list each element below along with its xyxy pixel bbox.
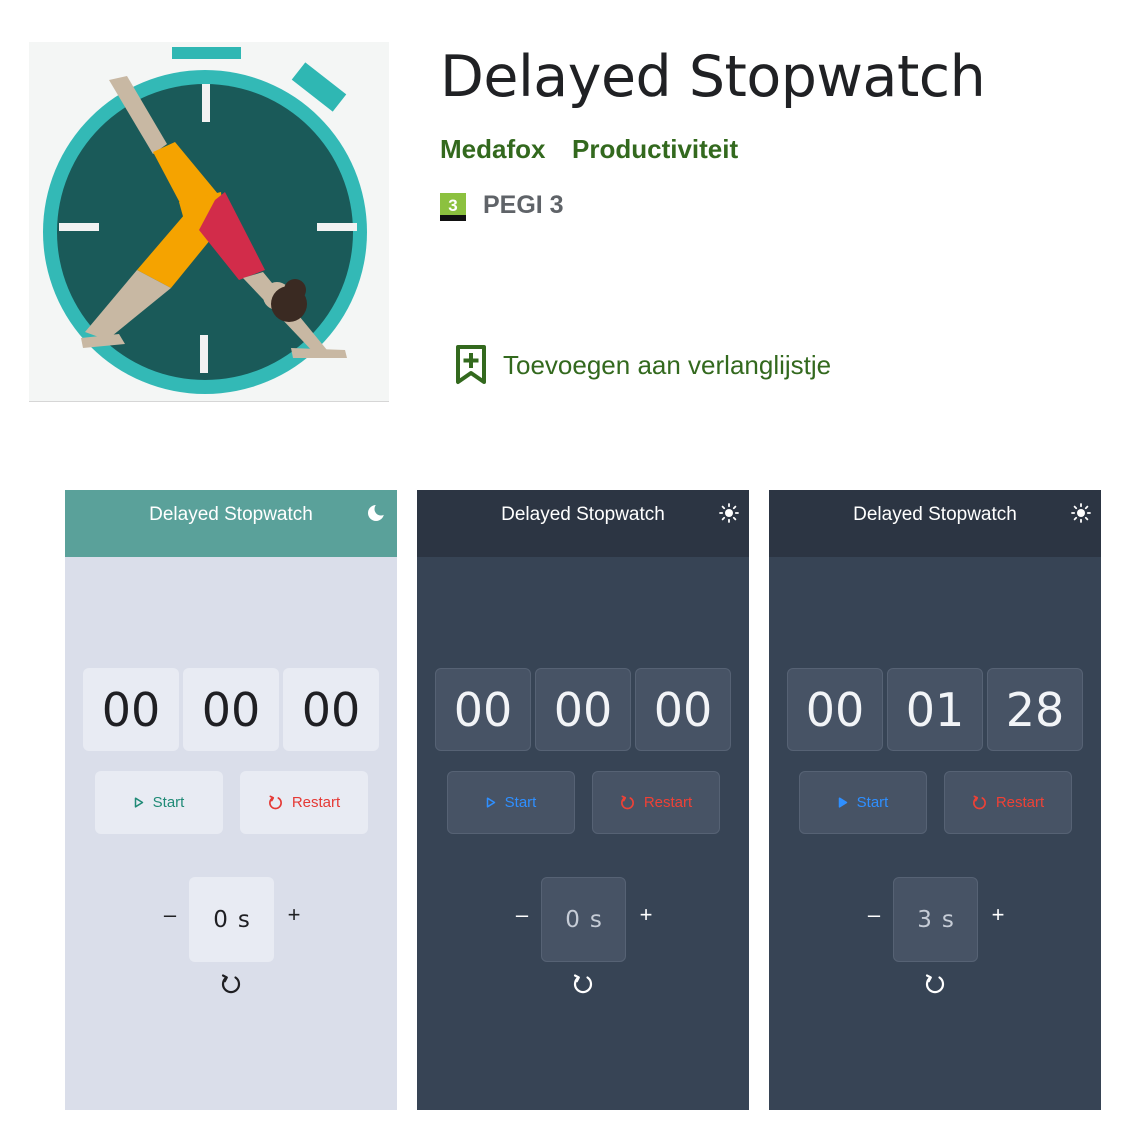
- start-button[interactable]: Start: [447, 771, 575, 834]
- seconds-digit: 00: [635, 668, 731, 751]
- delay-display: 0 s: [541, 877, 626, 962]
- increase-delay-button[interactable]: +: [987, 902, 1009, 928]
- wishlist-label: Toevoegen aan verlanglijstje: [503, 349, 832, 380]
- delay-unit: s: [589, 906, 602, 933]
- restart-button[interactable]: Restart: [592, 771, 720, 834]
- screenshot-dark: Delayed Stopwatch 00 00 00 Start Restart…: [417, 490, 749, 1110]
- minutes-digit: 01: [887, 668, 983, 751]
- decrease-delay-button[interactable]: –: [863, 902, 885, 928]
- sun-icon[interactable]: [1071, 503, 1091, 523]
- pegi-rating-icon: 3: [440, 193, 466, 221]
- app-bar-title: Delayed Stopwatch: [501, 504, 665, 525]
- restart-button[interactable]: Restart: [240, 771, 368, 834]
- reset-icon[interactable]: [219, 972, 243, 996]
- screenshot-dark-running: Delayed Stopwatch 00 01 28 Start Restart…: [769, 490, 1101, 1110]
- start-button[interactable]: Start: [95, 771, 223, 834]
- delay-display: 0 s: [189, 877, 274, 962]
- moon-icon[interactable]: [367, 503, 387, 523]
- hours-digit: 00: [83, 668, 179, 751]
- time-display: 00 00 00: [435, 668, 731, 751]
- pegi-rating-label: PEGI 3: [483, 191, 564, 219]
- svg-text:3: 3: [448, 196, 457, 215]
- sun-icon[interactable]: [719, 503, 739, 523]
- restart-icon: [620, 795, 634, 810]
- hours-digit: 00: [787, 668, 883, 751]
- play-icon: [486, 797, 495, 808]
- app-title: Delayed Stopwatch: [440, 44, 986, 110]
- reset-icon[interactable]: [571, 972, 595, 996]
- restart-icon: [972, 795, 986, 810]
- add-to-wishlist-button[interactable]: Toevoegen aan verlanglijstje: [455, 344, 831, 386]
- restart-icon: [268, 795, 282, 810]
- restart-button[interactable]: Restart: [944, 771, 1072, 834]
- app-icon: [29, 42, 389, 402]
- delay-unit: s: [941, 906, 954, 933]
- delay-value: 0: [565, 906, 580, 933]
- screenshot-light: Delayed Stopwatch 00 00 00 Start Restart…: [65, 490, 397, 1110]
- increase-delay-button[interactable]: +: [635, 902, 657, 928]
- bookmark-add-icon: [456, 345, 486, 384]
- start-label: Start: [504, 794, 537, 811]
- developer-link[interactable]: Medafox: [440, 134, 545, 165]
- delay-unit: s: [237, 906, 250, 933]
- start-label: Start: [152, 794, 185, 811]
- restart-label: Restart: [995, 794, 1045, 811]
- category-link[interactable]: Productiviteit: [572, 134, 738, 165]
- start-button[interactable]: Start: [799, 771, 927, 834]
- delay-display: 3 s: [893, 877, 978, 962]
- time-display: 00 00 00: [83, 668, 379, 751]
- seconds-digit: 28: [987, 668, 1083, 751]
- increase-delay-button[interactable]: +: [283, 902, 305, 928]
- decrease-delay-button[interactable]: –: [159, 902, 181, 928]
- play-icon: [838, 797, 847, 808]
- decrease-delay-button[interactable]: –: [511, 902, 533, 928]
- app-bar: Delayed Stopwatch: [417, 490, 749, 557]
- app-bar: Delayed Stopwatch: [65, 490, 397, 557]
- delay-value: 0: [213, 906, 228, 933]
- delay-value: 3: [917, 906, 932, 933]
- app-bar-title: Delayed Stopwatch: [853, 504, 1017, 525]
- play-icon: [134, 797, 143, 808]
- app-bar-title: Delayed Stopwatch: [149, 504, 313, 525]
- seconds-digit: 00: [283, 668, 379, 751]
- minutes-digit: 00: [183, 668, 279, 751]
- app-bar: Delayed Stopwatch: [769, 490, 1101, 557]
- time-display: 00 01 28: [787, 668, 1083, 751]
- restart-label: Restart: [643, 794, 693, 811]
- minutes-digit: 00: [535, 668, 631, 751]
- reset-icon[interactable]: [923, 972, 947, 996]
- restart-label: Restart: [291, 794, 341, 811]
- start-label: Start: [856, 794, 889, 811]
- hours-digit: 00: [435, 668, 531, 751]
